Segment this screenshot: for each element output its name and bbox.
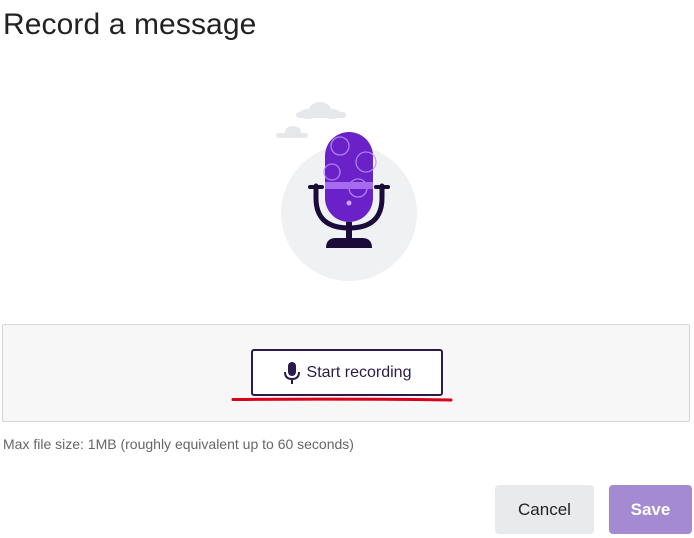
highlight-underline — [231, 397, 453, 402]
cloud-icon — [276, 126, 308, 138]
microphone-illustration — [276, 102, 417, 281]
dialog-title: Record a message — [3, 8, 257, 41]
save-button[interactable]: Save — [609, 485, 692, 534]
recording-panel: Start recording — [2, 324, 690, 422]
record-message-dialog: Record a message Start recording Max fil… — [0, 0, 694, 538]
cloud-icon — [296, 102, 346, 119]
microphone-icon — [283, 361, 300, 384]
start-recording-button[interactable]: Start recording — [251, 349, 443, 396]
mic-band — [325, 182, 373, 189]
start-recording-label: Start recording — [306, 363, 412, 381]
file-size-hint: Max file size: 1MB (roughly equivalent u… — [3, 436, 354, 452]
cancel-button[interactable]: Cancel — [495, 485, 594, 534]
